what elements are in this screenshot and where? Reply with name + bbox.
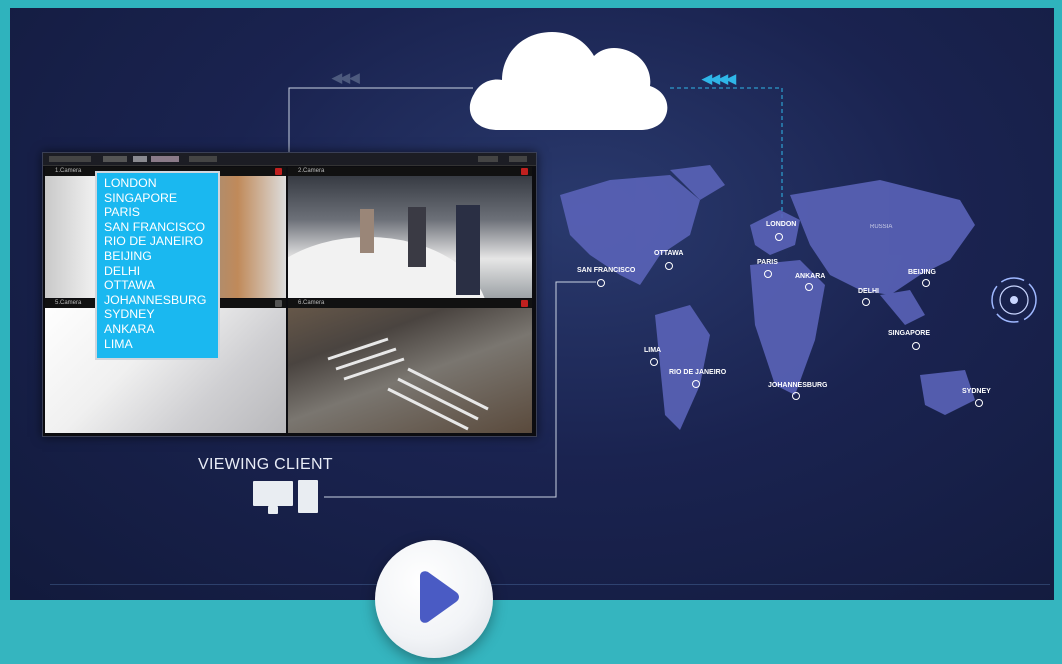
map-city-label: BEIJING <box>908 269 937 276</box>
map-region-label: RUSSIA <box>870 224 893 230</box>
map-city-label: ANKARA <box>795 273 826 280</box>
toolbar-control[interactable] <box>478 156 498 162</box>
camera-label: 5.Camera <box>55 300 82 306</box>
map-city-label: SAN FRANCISCO <box>577 267 636 274</box>
camera-tile[interactable]: 2.Camera <box>288 167 532 298</box>
city-list-item[interactable]: PARIS <box>104 205 218 220</box>
city-list[interactable]: LONDON SINGAPORE PARIS SAN FRANCISCO RIO… <box>95 171 220 360</box>
map-city-label: DELHI <box>858 288 879 295</box>
toolbar-control[interactable] <box>189 156 217 162</box>
camera-label: 1.Camera <box>55 168 82 174</box>
map-city-label: RIO DE JANEIRO <box>669 369 727 376</box>
monitor-stand <box>268 506 278 514</box>
map-pin-icon[interactable] <box>792 392 800 400</box>
toolbar-dropdown[interactable] <box>49 156 91 162</box>
toolbar-control[interactable] <box>133 156 147 162</box>
city-list-item[interactable]: SINGAPORE <box>104 191 218 206</box>
toolbar-control[interactable] <box>509 156 527 162</box>
map-pin-icon[interactable] <box>764 270 772 278</box>
map-pin-icon[interactable] <box>862 298 870 306</box>
city-list-item[interactable]: OTTAWA <box>104 278 218 293</box>
map-pin-icon[interactable] <box>975 399 983 407</box>
city-list-item[interactable]: RIO DE JANEIRO <box>104 234 218 249</box>
record-indicator-icon <box>275 168 282 175</box>
map-city-label: SINGAPORE <box>888 330 931 337</box>
city-list-item[interactable]: JOHANNESBURG <box>104 293 218 308</box>
map-pin-icon[interactable] <box>665 262 673 270</box>
map-pin-icon[interactable] <box>692 380 700 388</box>
camera-tile[interactable]: 6.Camera <box>288 299 532 433</box>
city-list-item[interactable]: LIMA <box>104 337 218 352</box>
cloud-icon <box>469 32 668 130</box>
map-pin-icon[interactable] <box>650 358 658 366</box>
toolbar-control[interactable] <box>151 156 179 162</box>
map-pin-icon[interactable] <box>922 279 930 287</box>
record-indicator-icon <box>275 300 282 307</box>
city-list-item[interactable]: DELHI <box>104 264 218 279</box>
city-list-item[interactable]: LONDON <box>104 176 218 191</box>
city-list-item[interactable]: ANKARA <box>104 322 218 337</box>
map-pin-icon[interactable] <box>597 279 605 287</box>
map-city-label: SYDNEY <box>962 388 991 395</box>
camera-feed-crosswalk <box>327 337 489 431</box>
world-map <box>560 165 975 430</box>
map-pin-icon[interactable] <box>912 342 920 350</box>
map-city-label: JOHANNESBURG <box>768 382 828 389</box>
city-list-item[interactable]: SAN FRANCISCO <box>104 220 218 235</box>
tablet-icon <box>298 480 318 513</box>
map-city-label: LONDON <box>766 221 797 228</box>
map-pin-icon[interactable] <box>805 283 813 291</box>
download-arrows: ◀◀◀◀ <box>702 71 736 86</box>
viewer-toolbar <box>43 153 536 166</box>
map-pin-icon[interactable] <box>775 233 783 241</box>
monitor-icon <box>253 481 293 506</box>
map-city-label: OTTAWA <box>654 250 684 257</box>
viewing-client-label: VIEWING CLIENT <box>198 456 333 473</box>
target-icon <box>991 277 1037 323</box>
city-list-item[interactable]: BEIJING <box>104 249 218 264</box>
play-icon[interactable] <box>412 570 462 624</box>
map-city-label: LIMA <box>644 347 662 354</box>
city-list-item[interactable]: SYDNEY <box>104 307 218 322</box>
camera-feed-people <box>288 205 485 298</box>
toolbar-control[interactable] <box>103 156 127 162</box>
map-city-label: PARIS <box>757 259 778 266</box>
upload-arrows: ◀◀ ◀ <box>332 70 360 85</box>
